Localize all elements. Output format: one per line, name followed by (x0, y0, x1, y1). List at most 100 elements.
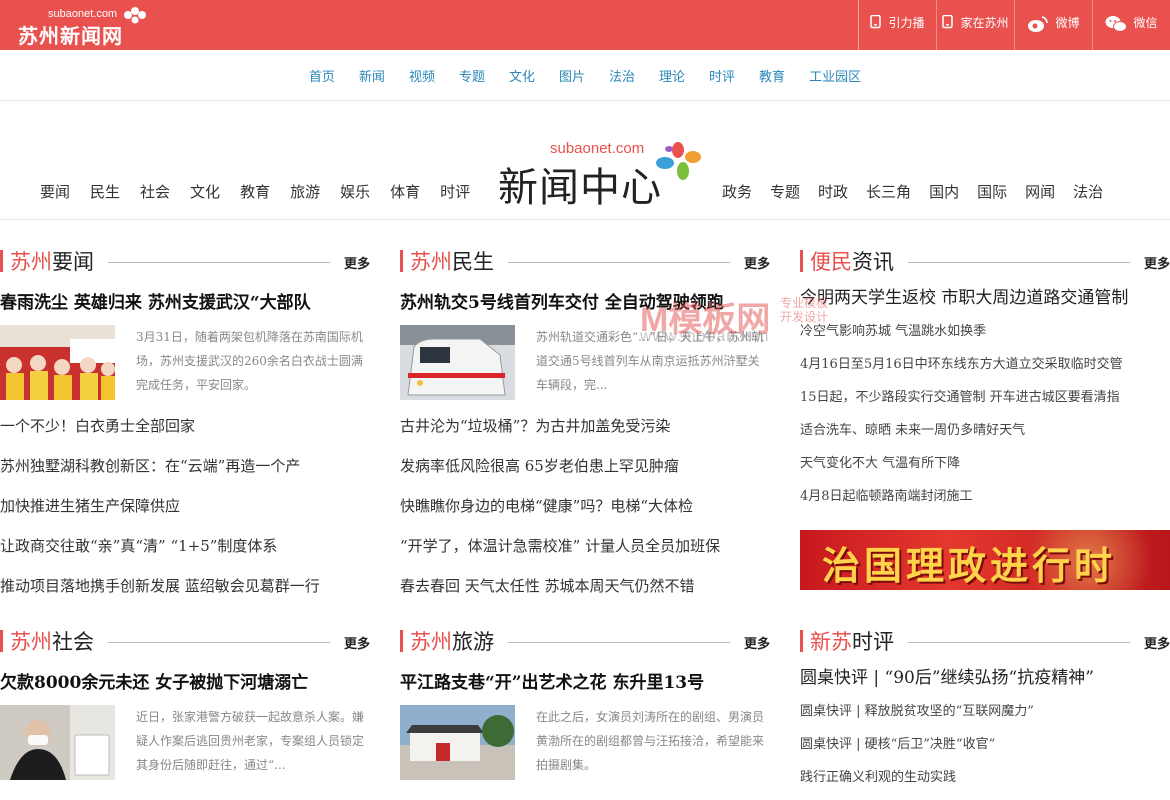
more-link[interactable]: 更多 (1144, 253, 1170, 272)
flower-logo-icon (656, 142, 701, 180)
main-nav: 首页 新闻 视频 专题 文化 图片 法治 理论 时评 教育 工业园区 (0, 50, 1170, 101)
list-item[interactable]: 今明两天学生返校 市职大周边道路交通管制 (800, 282, 1170, 315)
section-divider (108, 642, 330, 643)
feature-image[interactable] (0, 325, 115, 400)
channel-link[interactable]: 时政 (818, 181, 848, 202)
channel-link[interactable]: 娱乐 (340, 181, 370, 202)
list-item[interactable]: 圆桌快评 | 释放脱贫攻坚的“互联网魔力” (800, 695, 1170, 728)
toplink-label: 引力播 (888, 16, 925, 30)
section-accent-bar (0, 630, 3, 652)
list-item[interactable]: 推动项目落地携手创新发展 蓝绍敏会见葛群一行 (0, 569, 370, 609)
feature-image[interactable] (400, 705, 515, 780)
nav-culture[interactable]: 文化 (509, 66, 535, 85)
more-link[interactable]: 更多 (1144, 633, 1170, 652)
section-public-info: 便民资讯 更多 今明两天学生返校 市职大周边道路交通管制 冷空气影响苏城 气温跳… (800, 246, 1170, 513)
channel-link[interactable]: 国内 (929, 181, 959, 202)
lead-headline[interactable]: 欠款8000余元未还 女子被抛下河塘溺亡 (0, 668, 370, 693)
lead-headline[interactable]: 春雨洗尘 英雄归来 苏州支援武汉“大部队 (0, 288, 370, 313)
section-divider (508, 262, 730, 263)
feature-summary: 近日，张家港警方破获一起故意杀人案。嫌疑人作案后逃回贵州老家，专案组人员锁定其身… (136, 710, 365, 772)
weibo-icon (1028, 16, 1049, 32)
toplink-weibo[interactable]: 微博 (1014, 0, 1092, 50)
channel-link[interactable]: 体育 (390, 181, 420, 202)
nav-video[interactable]: 视频 (409, 66, 435, 85)
channel-link[interactable]: 文化 (190, 181, 220, 202)
governance-banner[interactable]: 治国理政进行时 (800, 530, 1170, 590)
feature-image[interactable] (0, 705, 115, 780)
channel-nav-left: 要闻 民生 社会 文化 教育 旅游 娱乐 体育 时评 (40, 181, 490, 202)
channel-link[interactable]: 网闻 (1025, 181, 1055, 202)
section-divider (908, 262, 1130, 263)
list-item[interactable]: 发病率低风险很高 65岁老伯患上罕见肿瘤 (400, 449, 770, 489)
list-item[interactable]: 15日起，不少路段实行交通管制 开车进古城区要看清指 (800, 381, 1170, 414)
channel-link[interactable]: 民生 (90, 181, 120, 202)
lead-headline[interactable]: 苏州轨交5号线首列车交付 全自动驾驶领跑 (400, 288, 770, 313)
list-item[interactable]: 让政商交往敢“亲”真“清” “1+5”制度体系 (0, 529, 370, 569)
feature-summary: 3月31日，随着两架包机降落在苏南国际机场，苏州支援武汉的260余名白衣战士圆满… (136, 330, 363, 392)
channel-link[interactable]: 国际 (977, 181, 1007, 202)
nav-photos[interactable]: 图片 (559, 66, 585, 85)
section-title-red: 苏州 (10, 250, 52, 274)
section-divider (108, 262, 330, 263)
feature-summary: 苏州轨道交通彩色“...”日，天上午，苏州轨道交通5号线首列车从南京运抵苏州浒墅… (536, 330, 764, 392)
channel-link[interactable]: 专题 (770, 181, 800, 202)
section-commentary: 新苏时评 更多 圆桌快评 | “90后”继续弘扬“抗疫精神” 圆桌快评 | 释放… (800, 626, 1170, 794)
section-title-red: 苏州 (410, 250, 452, 274)
list-item[interactable]: 圆桌快评 | 硬核“后卫”决胜“收官” (800, 728, 1170, 761)
toplink-label: 家在苏州 (960, 16, 1009, 30)
section-title: 苏州民生 (410, 246, 494, 276)
list-item[interactable]: “开学了，体温计急需校准” 计量人员全员加班保 (400, 529, 770, 569)
section-title: 苏州社会 (10, 626, 94, 656)
channel-link[interactable]: 旅游 (290, 181, 320, 202)
list-item[interactable]: 4月16日至5月16日中环东线东方大道立交采取临时交管 (800, 348, 1170, 381)
nav-law[interactable]: 法治 (609, 66, 635, 85)
more-link[interactable]: 更多 (344, 253, 370, 272)
lead-headline[interactable]: 平江路支巷“开”出艺术之花 东升里13号 (400, 668, 770, 693)
more-link[interactable]: 更多 (744, 253, 770, 272)
nav-home[interactable]: 首页 (309, 66, 335, 85)
channel-link[interactable]: 要闻 (40, 181, 70, 202)
nav-industrial-park[interactable]: 工业园区 (809, 66, 861, 85)
channel-link[interactable]: 政务 (722, 181, 752, 202)
list-item[interactable]: 圆桌快评 | “90后”继续弘扬“抗疫精神” (800, 662, 1170, 695)
list-item[interactable]: 适合洗车、晾晒 未来一周仍多晴好天气 (800, 414, 1170, 447)
section-title-black: 资讯 (852, 250, 894, 274)
list-item[interactable]: 春去春回 天气太任性 苏城本周天气仍然不错 (400, 569, 770, 609)
news-center-logo[interactable]: subaonet.com 新闻中心 (498, 139, 708, 211)
channel-link[interactable]: 社会 (140, 181, 170, 202)
top-bar: subaonet.com 苏州新闻网 引力播 家在苏州 微博 微信 (0, 0, 1170, 50)
feature-story: 近日，张家港警方破获一起故意杀人案。嫌疑人作案后逃回贵州老家，专案组人员锁定其身… (0, 705, 370, 781)
toplink-weixin[interactable]: 微信 (1092, 0, 1170, 50)
nav-education[interactable]: 教育 (759, 66, 785, 85)
nav-news[interactable]: 新闻 (359, 66, 385, 85)
nav-commentary[interactable]: 时评 (709, 66, 735, 85)
nav-theory[interactable]: 理论 (659, 66, 685, 85)
list-item[interactable]: 快瞧瞧你身边的电梯“健康”吗？电梯“大体检 (400, 489, 770, 529)
list-item[interactable]: 加快推进生猪生产保障供应 (0, 489, 370, 529)
feature-summary: 在此之后，女演员刘涛所在的剧组、男演员黄渤所在的剧组都曾与汪拓接洽，希望能来拍摄… (536, 710, 765, 772)
list-item[interactable]: 践行正确义利观的生动实践 (800, 761, 1170, 794)
mobile-icon (942, 15, 954, 29)
more-link[interactable]: 更多 (744, 633, 770, 652)
channel-link[interactable]: 教育 (240, 181, 270, 202)
list-item[interactable]: 一个不少！白衣勇士全部回家 (0, 409, 370, 449)
section-suzhou-travel: 苏州旅游 更多 平江路支巷“开”出艺术之花 东升里13号 在此之后，女演员刘涛所… (400, 626, 770, 781)
feature-image[interactable] (400, 325, 515, 400)
list-item[interactable]: 4月8日起临顿路南端封闭施工 (800, 480, 1170, 513)
list-item[interactable]: 古井沦为“垃圾桶”？为古井加盖免受污染 (400, 409, 770, 449)
list-item[interactable]: 冷空气影响苏城 气温跳水如换季 (800, 315, 1170, 348)
list-item[interactable]: 苏州独墅湖科教创新区：在“云端”再造一个产 (0, 449, 370, 489)
channel-link[interactable]: 时评 (440, 181, 470, 202)
channel-link[interactable]: 法治 (1073, 181, 1103, 202)
toplink-yinlibo[interactable]: 引力播 (858, 0, 936, 50)
section-title-black: 旅游 (452, 630, 494, 654)
feature-story: 在此之后，女演员刘涛所在的剧组、男演员黄渤所在的剧组都曾与汪拓接洽，希望能来拍摄… (400, 705, 770, 781)
section-title-black: 时评 (852, 630, 894, 654)
toplink-jiazaisuzhou[interactable]: 家在苏州 (936, 0, 1014, 50)
more-link[interactable]: 更多 (344, 633, 370, 652)
channel-link[interactable]: 长三角 (866, 181, 911, 202)
section-title: 新苏时评 (810, 626, 894, 656)
headline-list: 一个不少！白衣勇士全部回家 苏州独墅湖科教创新区：在“云端”再造一个产 加快推进… (0, 409, 370, 609)
list-item[interactable]: 天气变化不大 气温有所下降 (800, 447, 1170, 480)
nav-topics[interactable]: 专题 (459, 66, 485, 85)
